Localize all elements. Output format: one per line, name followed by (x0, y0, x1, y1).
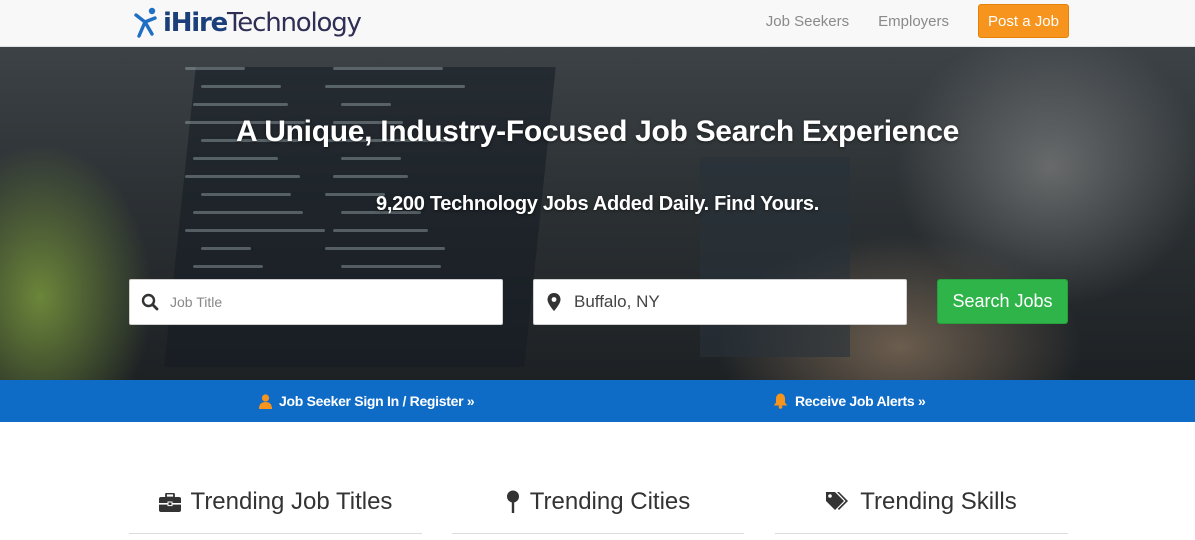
trending-job-titles-divider (129, 533, 422, 534)
trending-skills-label: Trending Skills (860, 488, 1017, 515)
map-pin-icon (506, 490, 519, 513)
hero-code-line (333, 175, 408, 178)
bell-icon (773, 393, 788, 409)
action-strip: Job Seeker Sign In / Register » Receive … (0, 380, 1195, 422)
hero-code-line (193, 265, 263, 268)
hero-code-line (201, 247, 251, 250)
hero-code-line (341, 103, 391, 106)
trending-skills-heading[interactable]: Trending Skills (775, 484, 1068, 520)
logo-text-rest: Technology (227, 8, 362, 38)
trending-skills-divider (775, 533, 1068, 534)
job-seeker-signin-label: Job Seeker Sign In / Register » (279, 393, 475, 409)
hero-code-line (201, 85, 281, 88)
logo-text-bold: iHire (163, 8, 228, 38)
map-marker-icon (534, 293, 574, 311)
logo-mark-icon (134, 7, 157, 38)
trending-job-titles-heading[interactable]: Trending Job Titles (129, 484, 422, 520)
hero-banner: A Unique, Industry-Focused Job Search Ex… (0, 47, 1195, 380)
trending-cities-label: Trending Cities (529, 488, 691, 515)
hero-background-monitor-2 (700, 157, 850, 357)
nav-employers[interactable]: Employers (878, 13, 949, 30)
user-icon (259, 393, 272, 409)
search-icon (130, 293, 170, 311)
hero-code-line (193, 103, 288, 106)
trending-cities-heading[interactable]: Trending Cities (452, 484, 744, 520)
trending-cities-divider (452, 533, 744, 534)
location-field[interactable] (533, 279, 907, 325)
search-jobs-button[interactable]: Search Jobs (937, 279, 1068, 324)
location-input[interactable] (574, 280, 906, 324)
post-job-button[interactable]: Post a Job (978, 4, 1069, 38)
nav-job-seekers[interactable]: Job Seekers (766, 13, 849, 30)
hero-code-line (185, 67, 245, 70)
hero-code-line (193, 157, 278, 160)
hero-code-line (325, 85, 465, 88)
main-nav: Job Seekers Employers Post a Job (766, 4, 1069, 38)
trending-job-titles-label: Trending Job Titles (190, 488, 393, 515)
hero-code-line (333, 67, 443, 70)
hero-subtitle: 9,200 Technology Jobs Added Daily. Find … (376, 193, 819, 215)
job-alerts-label: Receive Job Alerts » (795, 393, 926, 409)
hero-title: A Unique, Industry-Focused Job Search Ex… (235, 115, 959, 148)
job-seeker-signin-link[interactable]: Job Seeker Sign In / Register » (259, 380, 475, 422)
hero-code-line (341, 265, 441, 268)
tags-icon (826, 492, 849, 510)
hero-code-line (333, 229, 428, 232)
site-logo[interactable]: iHireTechnology (133, 4, 362, 42)
logo-text: iHireTechnology (163, 8, 362, 38)
job-alerts-link[interactable]: Receive Job Alerts » (773, 380, 926, 422)
briefcase-icon (158, 492, 181, 512)
top-navbar: iHireTechnology Job Seekers Employers Po… (0, 0, 1195, 47)
hero-code-line (325, 247, 445, 250)
job-title-field[interactable] (129, 279, 503, 325)
hero-code-line (341, 157, 401, 160)
job-title-input[interactable] (170, 280, 502, 324)
hero-code-line (185, 175, 300, 178)
hero-code-line (185, 229, 325, 232)
